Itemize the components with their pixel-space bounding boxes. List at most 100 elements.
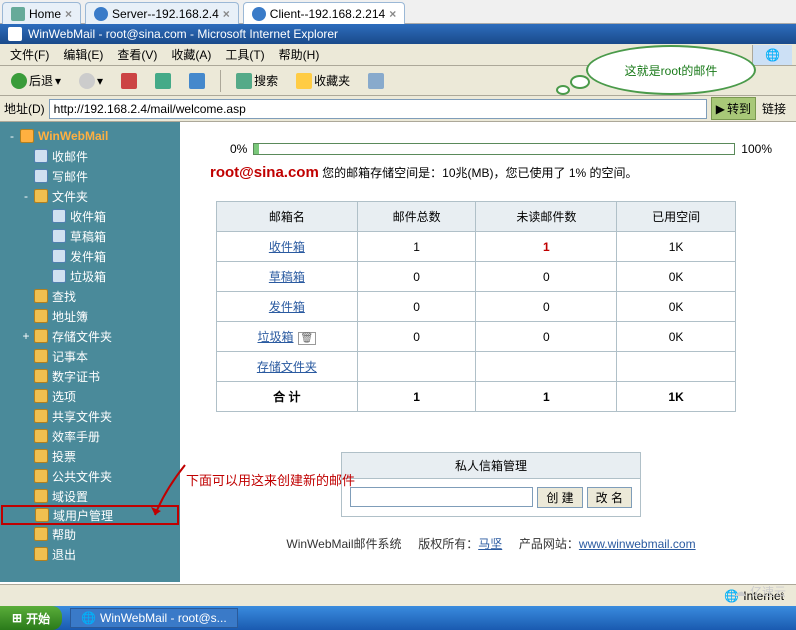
browser-tab-bar: Home× Server--192.168.2.4× Client--192.1… [0, 0, 796, 24]
folder-icon [34, 429, 48, 443]
folder-icon [52, 209, 66, 223]
sidebar-item-label: 记事本 [50, 348, 90, 365]
fwd-arrow-icon [79, 73, 95, 89]
sidebar-item-label: 垃圾箱 [68, 268, 108, 285]
sidebar-item-label: 退出 [50, 546, 78, 563]
quota-text: 您的邮箱存储空间是：10兆(MB)，您已使用了 1% 的空间。 [322, 166, 637, 180]
folder-icon [35, 508, 49, 522]
close-icon[interactable]: × [389, 7, 396, 21]
private-box-title: 私人信箱管理 [341, 452, 641, 479]
folder-icon [34, 389, 48, 403]
annotation-bubble: 这就是root的邮件 [586, 45, 756, 95]
table-row: 垃圾箱🗑000K [217, 322, 736, 352]
sidebar-item[interactable]: 发件箱 [2, 246, 178, 266]
sidebar-item[interactable]: 收件箱 [2, 206, 178, 226]
taskbar-item[interactable]: 🌐WinWebMail - root@s... [70, 608, 238, 628]
refresh-icon [155, 73, 171, 89]
rename-button[interactable]: 改 名 [587, 487, 632, 508]
col-unread: 未读邮件数 [476, 202, 617, 232]
table-row: 草稿箱000K [217, 262, 736, 292]
forward-button[interactable]: ▾ [72, 69, 110, 93]
folder-link[interactable]: 收件箱 [269, 240, 305, 254]
menu-file[interactable]: 文件(F) [4, 44, 55, 65]
menu-edit[interactable]: 编辑(E) [57, 44, 109, 65]
favorites-button[interactable]: 收藏夹 [289, 68, 357, 93]
folder-link[interactable]: 发件箱 [269, 300, 305, 314]
col-total: 邮件总数 [357, 202, 476, 232]
browser-tab-client[interactable]: Client--192.168.2.214× [243, 2, 405, 24]
private-box-panel: 私人信箱管理 创 建 改 名 [341, 452, 641, 517]
sidebar-item[interactable]: 效率手册 [2, 426, 178, 446]
windows-icon: ⊞ [12, 611, 22, 625]
folder-icon [34, 369, 48, 383]
folder-icon [34, 329, 48, 343]
main-content: 0%100% root@sina.com 您的邮箱存储空间是：10兆(MB)，您… [180, 122, 792, 582]
globe-icon [94, 7, 108, 21]
sidebar-item-label: 帮助 [50, 526, 78, 543]
address-input[interactable] [49, 99, 707, 119]
sidebar-item-label: 地址簿 [50, 308, 90, 325]
watermark: ☁亿速云 [734, 583, 786, 600]
sidebar-item-label: 域用户管理 [51, 507, 115, 524]
browser-tab-home[interactable]: Home× [2, 2, 81, 24]
sidebar-item-label: 收件箱 [68, 208, 108, 225]
media-button[interactable] [361, 69, 391, 93]
author-link[interactable]: 马坚 [478, 537, 502, 551]
menu-tools[interactable]: 工具(T) [219, 44, 270, 65]
globe-icon [252, 7, 266, 21]
sidebar-item-label: 共享文件夹 [50, 408, 114, 425]
create-button[interactable]: 创 建 [537, 487, 582, 508]
sidebar-item[interactable]: 选项 [2, 386, 178, 406]
sidebar-item[interactable]: 草稿箱 [2, 226, 178, 246]
links-label[interactable]: 链接 [756, 100, 792, 117]
sidebar-item[interactable]: 共享文件夹 [2, 406, 178, 426]
menu-favorites[interactable]: 收藏(A) [165, 44, 217, 65]
col-space: 已用空间 [617, 202, 736, 232]
progress-bar [253, 143, 735, 155]
browser-tab-server[interactable]: Server--192.168.2.4× [85, 2, 239, 24]
back-button[interactable]: 后退 ▾ [4, 68, 68, 93]
address-bar: 地址(D) ▶ 转到 链接 [0, 96, 796, 122]
trash-icon[interactable]: 🗑 [298, 332, 317, 345]
table-row: 存储文件夹 [217, 352, 736, 382]
stop-button[interactable] [114, 69, 144, 93]
sidebar-item[interactable]: 收邮件 [2, 146, 178, 166]
sidebar-item[interactable]: -文件夹 [2, 186, 178, 206]
folder-icon [34, 527, 48, 541]
user-email: root@sina.com [210, 164, 319, 181]
sidebar-item-label: 查找 [50, 288, 78, 305]
go-button[interactable]: ▶ 转到 [711, 97, 756, 120]
menu-help[interactable]: 帮助(H) [273, 44, 326, 65]
close-icon[interactable]: × [65, 7, 72, 21]
col-name: 邮箱名 [217, 202, 358, 232]
ie-logo-icon: 🌐 [752, 45, 792, 65]
window-title-bar: WinWebMail - root@sina.com - Microsoft I… [0, 24, 796, 44]
sidebar-item[interactable]: 查找 [2, 286, 178, 306]
sidebar-item-label: 数字证书 [50, 368, 102, 385]
sidebar-root[interactable]: -WinWebMail [2, 126, 178, 146]
sidebar-item[interactable]: 记事本 [2, 346, 178, 366]
folder-link[interactable]: 存储文件夹 [257, 360, 317, 374]
menu-view[interactable]: 查看(V) [111, 44, 163, 65]
folder-icon [34, 547, 48, 561]
folder-icon [34, 309, 48, 323]
sidebar-item[interactable]: 垃圾箱 [2, 266, 178, 286]
home-icon [189, 73, 205, 89]
sidebar-item[interactable]: 写邮件 [2, 166, 178, 186]
start-button[interactable]: ⊞开始 [0, 606, 62, 630]
table-sum-row: 合 计111K [217, 382, 736, 412]
sidebar-item[interactable]: 退出 [2, 544, 178, 564]
sidebar-item[interactable]: 数字证书 [2, 366, 178, 386]
sidebar-item[interactable]: +存储文件夹 [2, 326, 178, 346]
sidebar-item-label: 写邮件 [50, 168, 90, 185]
media-icon [368, 73, 384, 89]
home-button[interactable] [182, 69, 212, 93]
private-box-input[interactable] [350, 487, 533, 507]
close-icon[interactable]: × [223, 7, 230, 21]
folder-link[interactable]: 草稿箱 [269, 270, 305, 284]
folder-link[interactable]: 垃圾箱 [257, 330, 293, 344]
search-button[interactable]: 搜索 [229, 68, 285, 93]
site-link[interactable]: www.winwebmail.com [579, 537, 696, 551]
refresh-button[interactable] [148, 69, 178, 93]
sidebar-item[interactable]: 地址簿 [2, 306, 178, 326]
